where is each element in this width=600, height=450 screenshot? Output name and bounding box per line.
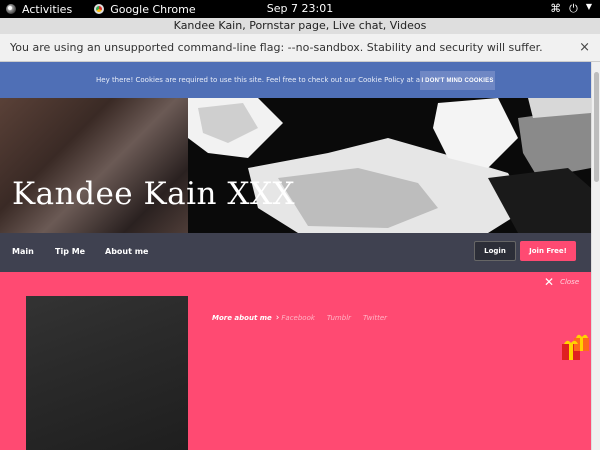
app-menu[interactable]: Google Chrome (94, 2, 196, 16)
scrollbar-thumb[interactable] (594, 72, 599, 182)
chevron-right-icon: › (275, 313, 280, 323)
page-title: Kandee Kain XXX (12, 176, 296, 212)
page-scrollbar[interactable] (591, 62, 600, 450)
system-top-bar: Activities Google Chrome Sep 7 23:01 ⌘ ⏻… (0, 0, 600, 18)
social-links: More about me › Facebook Tumblr Twitter (212, 313, 399, 323)
accept-cookies-button[interactable]: I DON'T MIND COOKIES (420, 71, 495, 90)
chrome-icon (94, 4, 105, 14)
close-panel-button[interactable]: ✕ Close (544, 275, 579, 289)
tumblr-link[interactable]: Tumblr (327, 314, 351, 322)
nav-item-tip-me[interactable]: Tip Me (55, 247, 85, 256)
main-navbar: Main Tip Me About me Login Join Free! (0, 233, 591, 272)
gnome-logo-icon (6, 4, 16, 14)
facebook-link[interactable]: Facebook (281, 314, 315, 322)
nav-item-main[interactable]: Main (12, 247, 34, 256)
cookie-banner: Hey there! Cookies are required to use t… (0, 62, 591, 98)
hero-photo-left (0, 98, 188, 233)
twitter-link[interactable]: Twitter (363, 314, 387, 322)
join-free-button[interactable]: Join Free! (520, 241, 576, 261)
nav-item-about-me[interactable]: About me (105, 247, 148, 256)
clock[interactable]: Sep 7 23:01 (0, 2, 600, 15)
power-icon: ⏻ (569, 2, 578, 15)
app-menu-label: Google Chrome (110, 2, 196, 16)
window-title: Kandee Kain, Pornstar page, Live chat, V… (0, 18, 600, 34)
more-about-label: More about me (212, 314, 272, 322)
network-icon: ⌘ (550, 2, 562, 15)
system-tray[interactable]: ⌘ ⏻ ▼ (550, 2, 592, 16)
profile-photo (26, 296, 188, 450)
close-icon: ✕ (544, 275, 555, 289)
login-button[interactable]: Login (474, 241, 516, 261)
close-label: Close (560, 278, 580, 286)
hero-banner: Kandee Kain XXX (0, 98, 591, 233)
activities-button[interactable]: Activities (0, 3, 72, 16)
hero-photo-right (188, 98, 591, 233)
close-icon[interactable]: × (579, 40, 590, 55)
gift-icon[interactable] (560, 332, 591, 362)
chevron-down-icon: ▼ (585, 2, 592, 11)
hero-photo-shapes (188, 98, 591, 233)
page-viewport: Hey there! Cookies are required to use t… (0, 62, 591, 450)
unsupported-flag-infobar: You are using an unsupported command-lin… (0, 34, 600, 62)
infobar-message: You are using an unsupported command-lin… (10, 41, 543, 54)
cookie-message: Hey there! Cookies are required to use t… (96, 76, 449, 84)
activities-label: Activities (22, 2, 73, 16)
